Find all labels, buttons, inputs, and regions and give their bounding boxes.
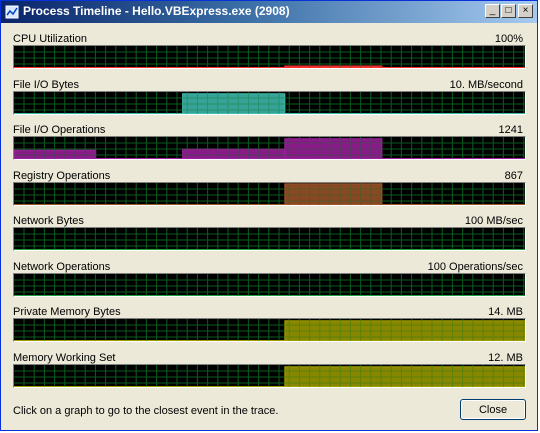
graph-canvas	[14, 92, 525, 114]
process-monitor-icon	[5, 5, 19, 19]
graph-max-value: 14. MB	[488, 306, 523, 318]
window-title: Process Timeline - Hello.VBExpress.exe (…	[23, 4, 290, 18]
graph-max-value: 12. MB	[488, 352, 523, 364]
maximize-button[interactable]: □	[501, 4, 516, 18]
graph-label: Private Memory Bytes	[13, 306, 121, 318]
graph-label: CPU Utilization	[13, 33, 87, 45]
graph-grid-overlay	[14, 183, 525, 205]
graph-canvas	[14, 183, 525, 205]
timeline-graph[interactable]	[13, 318, 526, 342]
close-window-button[interactable]: ×	[518, 4, 533, 18]
graph-canvas	[14, 365, 525, 387]
graph-label: Network Bytes	[13, 215, 84, 227]
status-text: Click on a graph to go to the closest ev…	[13, 405, 279, 417]
graph-max-value: 100 MB/sec	[464, 215, 523, 227]
graph-canvas	[14, 274, 525, 296]
timeline-graph[interactable]	[13, 91, 526, 115]
graph-label: Registry Operations	[13, 170, 111, 182]
graph-max-value: 100%	[494, 33, 523, 45]
minimize-icon: _	[489, 5, 496, 16]
close-icon: ×	[522, 5, 529, 16]
graph-canvas	[14, 137, 525, 159]
graph-label: File I/O Operations	[13, 124, 106, 136]
graph-grid	[14, 228, 525, 250]
graph-grid-overlay	[14, 228, 525, 250]
timeline-graph[interactable]	[13, 364, 526, 388]
graph-label: Network Operations	[13, 261, 111, 273]
graph-max-value: 867	[504, 170, 523, 182]
graph-activity-segment	[182, 148, 286, 159]
graph-canvas	[14, 228, 525, 250]
graph-grid-overlay	[14, 274, 525, 296]
timeline-graph[interactable]	[13, 227, 526, 251]
minimize-button[interactable]: _	[485, 4, 500, 18]
graph-label: File I/O Bytes	[13, 79, 80, 91]
graph-grid-overlay	[14, 46, 525, 68]
process-timeline-window: Process Timeline - Hello.VBExpress.exe (…	[0, 0, 538, 431]
graph-label: Memory Working Set	[13, 352, 116, 364]
timeline-graph[interactable]	[13, 136, 526, 160]
timeline-graph[interactable]	[13, 273, 526, 297]
graph-canvas	[14, 46, 525, 68]
maximize-icon: □	[505, 5, 512, 16]
graph-grid	[14, 46, 525, 68]
graph-max-value: 100 Operations/sec	[427, 261, 523, 273]
graph-grid	[14, 183, 525, 205]
graph-max-value: 1241	[498, 124, 523, 136]
title-bar[interactable]: Process Timeline - Hello.VBExpress.exe (…	[1, 1, 537, 23]
graph-grid	[14, 274, 525, 296]
close-button[interactable]: Close	[460, 399, 526, 420]
graph-canvas	[14, 319, 525, 341]
graph-max-value: 10. MB/second	[449, 79, 523, 91]
timeline-graph[interactable]	[13, 182, 526, 206]
timeline-graph[interactable]	[13, 45, 526, 69]
